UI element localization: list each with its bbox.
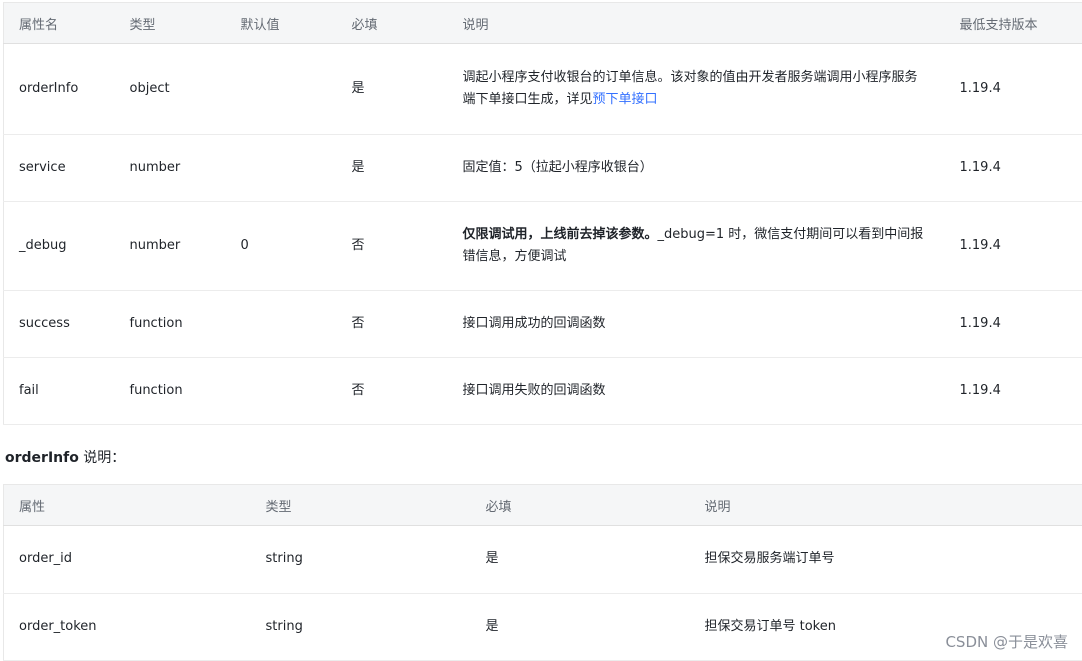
- param-version: 1.19.4: [945, 357, 1082, 424]
- param-version: 1.19.4: [945, 134, 1082, 201]
- header-required: 必填: [471, 485, 690, 526]
- header-description: 说明: [448, 3, 945, 44]
- orderinfo-section-title: orderInfo 说明：: [5, 447, 125, 467]
- prepay-api-link[interactable]: 预下单接口: [593, 92, 658, 107]
- header-type: 类型: [115, 3, 226, 44]
- param-version: 1.19.4: [945, 290, 1082, 357]
- param-type: number: [115, 134, 226, 201]
- table-row: success function 否 接口调用成功的回调函数 1.19.4: [4, 290, 1082, 357]
- param-default: [226, 134, 337, 201]
- param-type: object: [115, 44, 226, 134]
- param-default: [226, 290, 337, 357]
- table-row: service number 是 固定值：5（拉起小程序收银台） 1.19.4: [4, 134, 1082, 201]
- table-row: fail function 否 接口调用失败的回调函数 1.19.4: [4, 357, 1082, 424]
- param-name: fail: [4, 357, 115, 424]
- attr-name: order_id: [4, 526, 251, 593]
- section-title-bold: orderInfo: [5, 450, 79, 466]
- param-version: 1.19.4: [945, 44, 1082, 134]
- orderinfo-table: 属性 类型 必填 说明 order_id string 是 担保交易服务端订单号…: [3, 484, 1082, 661]
- param-description: 调起小程序支付收银台的订单信息。该对象的值由开发者服务端调用小程序服务端下单接口…: [448, 44, 945, 134]
- attr-required: 是: [471, 526, 690, 593]
- param-required: 是: [337, 134, 448, 201]
- param-default: [226, 357, 337, 424]
- param-default: 0: [226, 201, 337, 290]
- param-required: 否: [337, 201, 448, 290]
- param-type: function: [115, 290, 226, 357]
- section-title-rest: 说明：: [79, 450, 125, 466]
- header-required: 必填: [337, 3, 448, 44]
- header-name: 属性名: [4, 3, 115, 44]
- param-description: 仅限调试用，上线前去掉该参数。_debug=1 时，微信支付期间可以看到中间报错…: [448, 201, 945, 290]
- param-default: [226, 44, 337, 134]
- param-type: number: [115, 201, 226, 290]
- header-type: 类型: [251, 485, 471, 526]
- param-name: _debug: [4, 201, 115, 290]
- table-row: _debug number 0 否 仅限调试用，上线前去掉该参数。_debug=…: [4, 201, 1082, 290]
- param-required: 否: [337, 290, 448, 357]
- params-table: 属性名 类型 默认值 必填 说明 最低支持版本 orderInfo object…: [3, 2, 1082, 425]
- table-header-row: 属性 类型 必填 说明: [4, 485, 1082, 526]
- param-required: 否: [337, 357, 448, 424]
- header-description: 说明: [690, 485, 1082, 526]
- param-version: 1.19.4: [945, 201, 1082, 290]
- attr-description: 担保交易服务端订单号: [690, 526, 1082, 593]
- attr-type: string: [251, 593, 471, 660]
- attr-required: 是: [471, 593, 690, 660]
- header-attribute: 属性: [4, 485, 251, 526]
- param-name: orderInfo: [4, 44, 115, 134]
- param-type: function: [115, 357, 226, 424]
- attr-name: order_token: [4, 593, 251, 660]
- param-description: 接口调用成功的回调函数: [448, 290, 945, 357]
- param-description: 固定值：5（拉起小程序收银台）: [448, 134, 945, 201]
- header-min-version: 最低支持版本: [945, 3, 1082, 44]
- param-required: 是: [337, 44, 448, 134]
- param-name: success: [4, 290, 115, 357]
- description-bold-text: 仅限调试用，上线前去掉该参数。: [463, 227, 658, 242]
- table-row: orderInfo object 是 调起小程序支付收银台的订单信息。该对象的值…: [4, 44, 1082, 134]
- attr-type: string: [251, 526, 471, 593]
- table-row: order_id string 是 担保交易服务端订单号: [4, 526, 1082, 593]
- csdn-watermark: CSDN @于是欢喜: [945, 631, 1068, 652]
- description-text: 调起小程序支付收银台的订单信息。该对象的值由开发者服务端调用小程序服务端下单接口…: [463, 70, 918, 107]
- table-row: order_token string 是 担保交易订单号 token: [4, 593, 1082, 660]
- table-header-row: 属性名 类型 默认值 必填 说明 最低支持版本: [4, 3, 1082, 44]
- param-name: service: [4, 134, 115, 201]
- header-default: 默认值: [226, 3, 337, 44]
- param-description: 接口调用失败的回调函数: [448, 357, 945, 424]
